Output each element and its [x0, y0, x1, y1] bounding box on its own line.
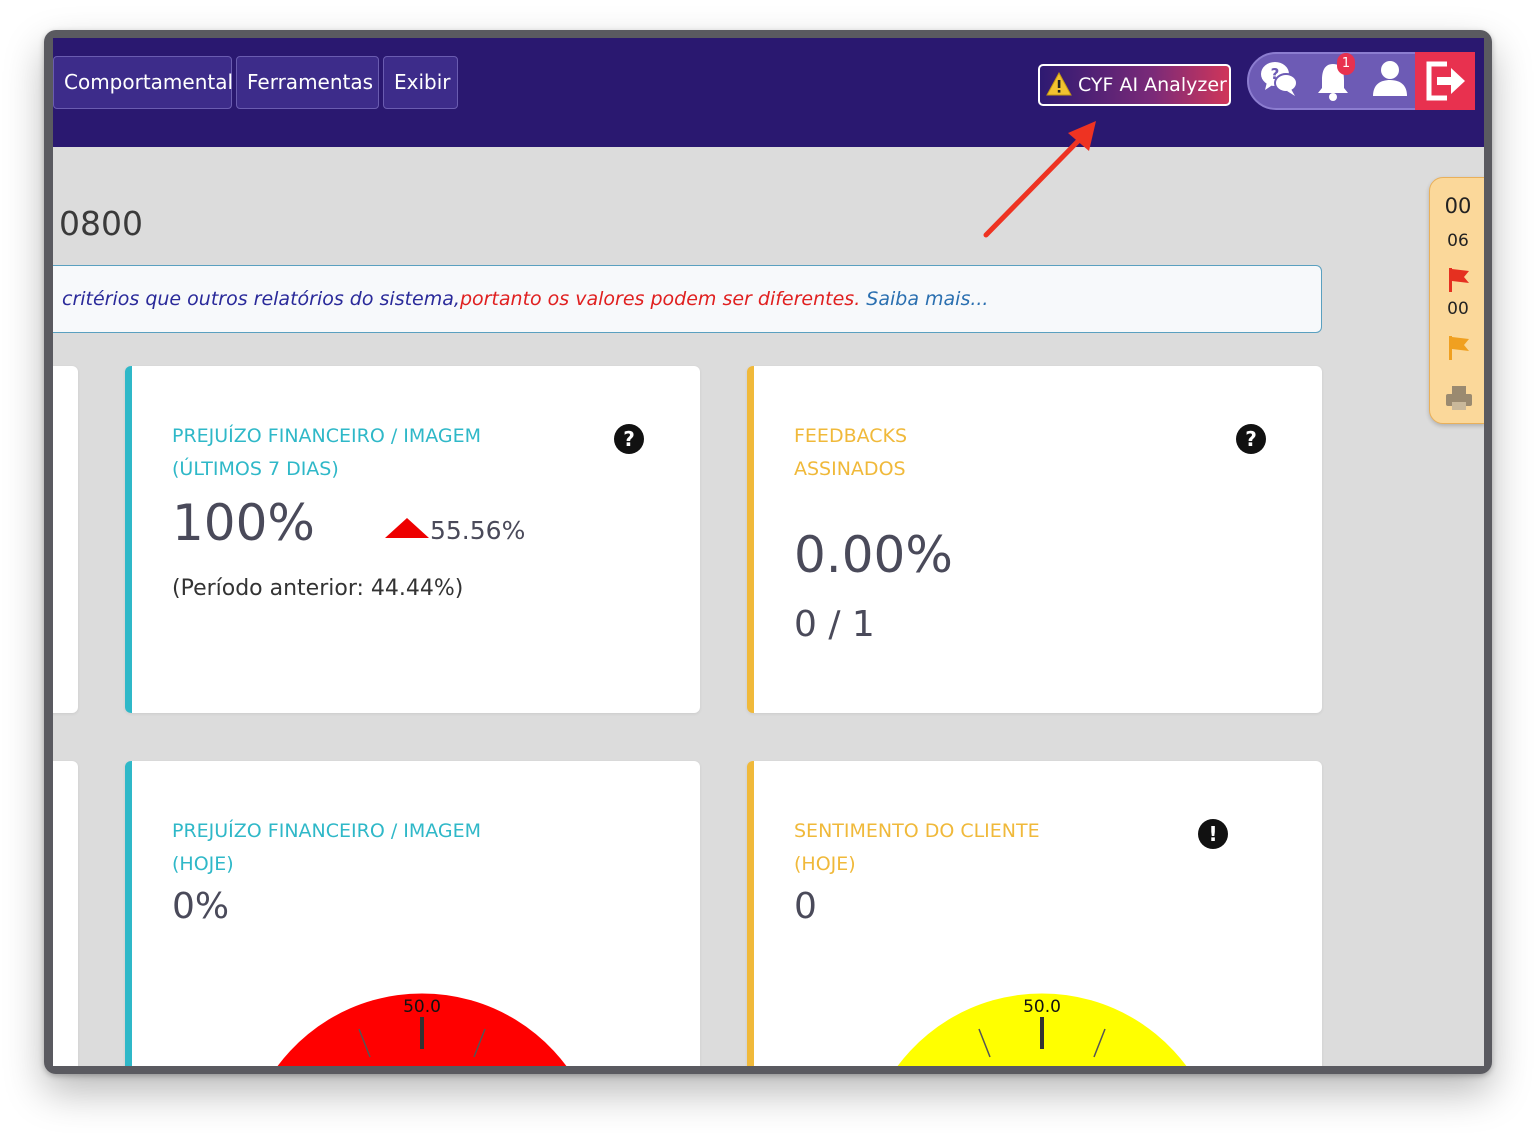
card-title-line2: (HOJE) [794, 853, 856, 875]
logout-button[interactable] [1415, 52, 1475, 110]
user-icon[interactable] [1367, 56, 1413, 102]
card-title-line1: SENTIMENTO DO CLIENTE [794, 820, 1040, 842]
card-title-line2: ASSINADOS [794, 458, 906, 480]
card-title-line2: (HOJE) [172, 853, 234, 875]
card-loss-week: PREJUÍZO FINANCEIRO / IMAGEM (ÚLTIMOS 7 … [125, 366, 700, 713]
card-loss-today: PREJUÍZO FINANCEIRO / IMAGEM (HOJE) 0% 5… [125, 761, 700, 1066]
top-navbar: Comportamental Ferramentas Exibir CYF AI… [53, 38, 1484, 147]
feedbacks-ratio: 0 / 1 [794, 604, 875, 645]
notification-badge: 1 [1337, 53, 1355, 75]
sentiment-gauge: 50.0 [897, 993, 1187, 1066]
loss-today-gauge: 50.0 [277, 993, 567, 1066]
info-notice: critérios que outros relatórios do siste… [53, 265, 1322, 333]
card-partial-left-top [53, 366, 78, 713]
warning-icon [1046, 72, 1072, 96]
question-help-icon[interactable]: ? [1235, 423, 1267, 455]
menu-exibir[interactable]: Exibir [383, 56, 458, 109]
help-chat-icon[interactable]: ? [1257, 56, 1303, 102]
page-title-fragment: 0800 [59, 204, 143, 243]
card-feedbacks: FEEDBACKS ASSINADOS ? 0.00% 0 / 1 [747, 366, 1322, 713]
card-partial-left-bottom [53, 761, 78, 1066]
card-title-line1: FEEDBACKS [794, 425, 908, 447]
app-screen: Comportamental Ferramentas Exibir CYF AI… [53, 38, 1484, 1066]
browser-window: Comportamental Ferramentas Exibir CYF AI… [44, 30, 1492, 1074]
trend-up-icon [385, 518, 429, 538]
orange-flag-icon[interactable] [1446, 334, 1472, 362]
annotation-arrow-icon [983, 121, 1096, 238]
loss-week-previous: (Período anterior: 44.44%) [172, 576, 464, 601]
ai-analyzer-button[interactable]: CYF AI Analyzer [1038, 64, 1231, 106]
print-icon[interactable] [1444, 384, 1474, 412]
card-title-line2: (ÚLTIMOS 7 DIAS) [172, 458, 339, 480]
logout-icon [1426, 61, 1465, 101]
loss-today-value: 0% [172, 886, 230, 927]
menu-comportamental[interactable]: Comportamental [53, 56, 233, 109]
gauge-center-label: 50.0 [1023, 997, 1061, 1017]
svg-text:?: ? [623, 427, 635, 451]
question-help-icon[interactable]: ? [613, 423, 645, 455]
sentiment-value: 0 [794, 886, 817, 927]
loss-week-value: 100% [172, 494, 315, 552]
notice-text: critérios que outros relatórios do siste… [62, 288, 460, 310]
notice-warning-text: portanto os valores podem ser diferentes… [459, 288, 861, 310]
saiba-mais-link[interactable]: Saiba mais... [866, 288, 988, 310]
exclamation-info-icon[interactable]: ! [1197, 818, 1229, 850]
loss-week-change: 55.56% [430, 516, 526, 545]
card-title-line1: PREJUÍZO FINANCEIRO / IMAGEM [172, 425, 482, 447]
counter-top: 00 [1444, 194, 1472, 218]
card-title-line1: PREJUÍZO FINANCEIRO / IMAGEM [172, 820, 482, 842]
menu-ferramentas[interactable]: Ferramentas [236, 56, 379, 109]
counter-flag: 00 [1447, 299, 1469, 319]
svg-text:?: ? [1245, 427, 1257, 451]
counter-mid: 06 [1447, 231, 1469, 251]
svg-text:?: ? [1271, 65, 1280, 83]
svg-text:!: ! [1208, 822, 1217, 846]
side-counter-panel: 00 06 00 [1429, 177, 1484, 424]
card-sentiment: SENTIMENTO DO CLIENTE (HOJE) ! 0 50.0 [747, 761, 1322, 1066]
red-flag-icon[interactable] [1446, 266, 1472, 294]
gauge-center-label: 50.0 [403, 997, 441, 1017]
ai-analyzer-label: CYF AI Analyzer [1078, 74, 1227, 96]
feedbacks-value: 0.00% [794, 526, 953, 584]
